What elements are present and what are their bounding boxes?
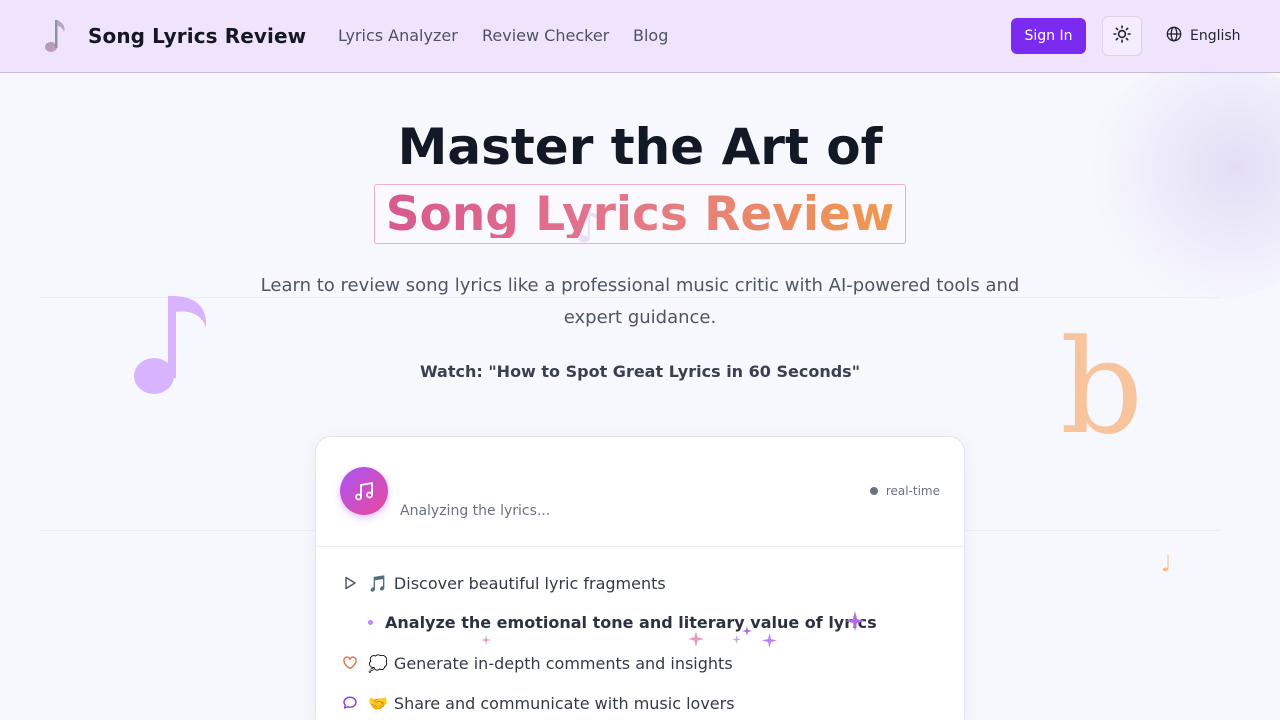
list-item-text: Discover beautiful lyric fragments (393, 573, 666, 593)
thought-emoji-icon: 💭 (368, 653, 388, 673)
small-note-decoration: ♩ (1161, 552, 1172, 577)
sparkle-icon (732, 635, 741, 644)
list-item-text: Share and communicate with music lovers (393, 693, 735, 713)
list-item: 💭 Generate in-depth comments and insight… (340, 653, 733, 673)
chat-icon (340, 693, 360, 713)
sparkle-icon (688, 631, 704, 647)
language-selector[interactable]: English (1166, 26, 1241, 46)
hero-highlight-box: Song Lyrics Review (374, 184, 906, 244)
realtime-indicator: real-time (869, 484, 940, 498)
sun-icon (1113, 25, 1131, 47)
analysis-card: Analyzing the lyrics... real-time 🎵 Disc… (315, 436, 965, 720)
nav-blog[interactable]: Blog (633, 26, 668, 45)
sparkle-icon (845, 611, 865, 631)
list-item: 🤝 Share and communicate with music lover… (340, 693, 735, 713)
hero-title: Master the Art of (397, 118, 883, 176)
list-item-active: Analyze the emotional tone and literary … (368, 613, 877, 632)
sign-in-button[interactable]: Sign In (1011, 18, 1086, 54)
globe-icon (1166, 26, 1182, 46)
sparkle-icon (742, 626, 752, 636)
analysis-status: Analyzing the lyrics... (400, 503, 551, 519)
play-icon (340, 573, 360, 593)
list-item-text: Analyze the emotional tone and literary … (385, 613, 877, 632)
heart-icon (340, 653, 360, 673)
card-divider (316, 546, 964, 547)
hero-subtitle: Learn to review song lyrics like a profe… (260, 275, 1020, 328)
top-navbar: Song Lyrics Review Lyrics Analyzer Revie… (0, 0, 1280, 73)
watch-video-link[interactable]: Watch: "How to Spot Great Lyrics in 60 S… (0, 362, 1280, 381)
language-label: English (1190, 28, 1241, 44)
music-emoji-icon: 🎵 (368, 573, 388, 593)
nav-review-checker[interactable]: Review Checker (482, 26, 609, 45)
theme-toggle-button[interactable] (1102, 16, 1142, 56)
bullet-icon (368, 620, 373, 625)
realtime-label: real-time (885, 484, 940, 498)
status-dot (869, 487, 878, 495)
background-glow (1080, 60, 1280, 300)
list-item-text: Generate in-depth comments and insights (393, 653, 733, 673)
brand-name[interactable]: Song Lyrics Review (88, 24, 306, 48)
music-note-icon (340, 467, 388, 515)
hero-highlight-text: Song Lyrics Review (385, 186, 895, 242)
list-item: 🎵 Discover beautiful lyric fragments (340, 573, 666, 593)
flat-symbol-decoration: b (1060, 311, 1144, 463)
nav-lyrics-analyzer[interactable]: Lyrics Analyzer (338, 26, 458, 45)
music-note-icon[interactable] (40, 16, 72, 56)
sparkle-icon (762, 633, 777, 648)
handshake-emoji-icon: 🤝 (368, 693, 388, 713)
sparkle-icon (481, 635, 491, 645)
music-note-decoration-icon (132, 292, 212, 406)
